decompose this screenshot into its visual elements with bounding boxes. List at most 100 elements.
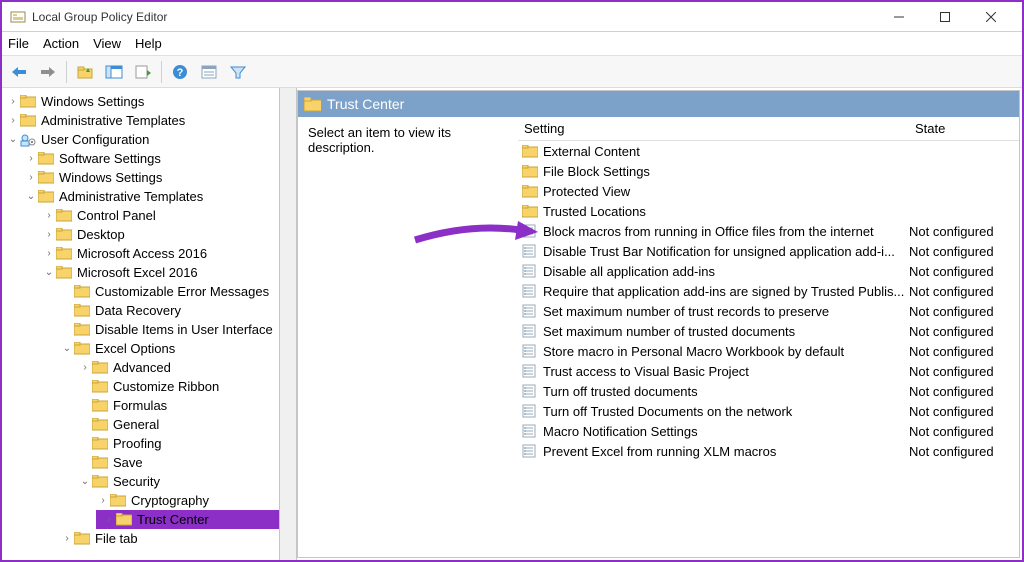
policy-icon [522,343,539,359]
list-item-label: Store macro in Personal Macro Workbook b… [543,344,909,359]
list-folder[interactable]: Trusted Locations [518,201,1019,221]
export-button[interactable] [130,59,156,85]
maximize-button[interactable] [922,3,968,31]
details-header: Trust Center [298,91,1019,117]
tree-item[interactable]: ›Microsoft Access 2016 [42,244,296,263]
tree-item[interactable]: ›File tab [60,529,296,548]
folder-icon [56,247,73,261]
folder-icon [38,171,55,185]
tree-item[interactable]: Data Recovery [60,301,296,320]
list-policy[interactable]: Turn off Trusted Documents on the networ… [518,401,1019,421]
up-folder-button[interactable] [72,59,98,85]
folder-icon [74,304,91,318]
list-policy[interactable]: Disable Trust Bar Notification for unsig… [518,241,1019,261]
tree-item[interactable]: Proofing [78,434,296,453]
list-folder[interactable]: File Block Settings [518,161,1019,181]
tree-trust-center[interactable]: ›Trust Center [96,510,296,529]
list-policy[interactable]: Block macros from running in Office file… [518,221,1019,241]
list-policy[interactable]: Store macro in Personal Macro Workbook b… [518,341,1019,361]
svg-text:?: ? [177,67,184,79]
folder-icon [522,143,539,159]
list-policy[interactable]: Disable all application add-insNot confi… [518,261,1019,281]
list-item-label: Disable Trust Bar Notification for unsig… [543,244,909,259]
policy-icon [522,423,539,439]
show-hide-tree-button[interactable] [101,59,127,85]
filter-button[interactable] [225,59,251,85]
list-policy[interactable]: Turn off trusted documentsNot configured [518,381,1019,401]
settings-list[interactable]: Setting State External ContentFile Block… [518,117,1019,557]
policy-icon [522,263,539,279]
folder-icon [74,532,91,546]
list-policy[interactable]: Require that application add-ins are sig… [518,281,1019,301]
list-item-label: Require that application add-ins are sig… [543,284,909,299]
list-item-state: Not configured [909,384,1019,399]
titlebar: Local Group Policy Editor [2,2,1022,32]
policy-icon [522,363,539,379]
tree-security[interactable]: ⌄Security [78,472,296,491]
list-item-label: Prevent Excel from running XLM macros [543,444,909,459]
tree-excel[interactable]: ⌄Microsoft Excel 2016 [42,263,296,282]
col-state[interactable]: State [909,121,1019,136]
tree-item[interactable]: Save [78,453,296,472]
folder-icon [56,209,73,223]
tree-item[interactable]: ›Windows Settings [6,92,296,111]
tree-item[interactable]: ›Desktop [42,225,296,244]
list-item-label: Macro Notification Settings [543,424,909,439]
folder-icon [522,183,539,199]
menu-action[interactable]: Action [43,36,79,51]
tree-admin-templates[interactable]: ⌄Administrative Templates [24,187,296,206]
close-button[interactable] [968,3,1014,31]
list-policy[interactable]: Trust access to Visual Basic ProjectNot … [518,361,1019,381]
app-icon [10,9,26,25]
list-item-label: Set maximum number of trusted documents [543,324,909,339]
policy-icon [522,303,539,319]
tree-item[interactable]: Customize Ribbon [78,377,296,396]
tree-excel-options[interactable]: ⌄Excel Options [60,339,296,358]
folder-icon [110,494,127,508]
list-item-label: Trust access to Visual Basic Project [543,364,909,379]
tree-item[interactable]: ›Advanced [78,358,296,377]
tree-pane[interactable]: ›Windows Settings ›Administrative Templa… [2,88,297,560]
list-policy[interactable]: Prevent Excel from running XLM macrosNot… [518,441,1019,461]
folder-icon [92,399,109,413]
tree-item[interactable]: General [78,415,296,434]
minimize-button[interactable] [876,3,922,31]
list-item-state: Not configured [909,444,1019,459]
separator [66,61,67,83]
description-hint: Select an item to view its description. [298,117,518,557]
folder-icon [116,513,133,527]
tree-item[interactable]: ›Cryptography [96,491,296,510]
list-folder[interactable]: External Content [518,141,1019,161]
list-item-state: Not configured [909,304,1019,319]
col-setting[interactable]: Setting [518,121,909,136]
folder-icon [92,456,109,470]
list-item-label: Block macros from running in Office file… [543,224,909,239]
menu-view[interactable]: View [93,36,121,51]
tree-item[interactable]: ›Windows Settings [24,168,296,187]
list-item-state: Not configured [909,284,1019,299]
tree-item[interactable]: ›Administrative Templates [6,111,296,130]
tree-user-configuration[interactable]: ⌄User Configuration [6,130,296,149]
details-title: Trust Center [327,96,404,112]
folder-icon [38,190,55,204]
help-button[interactable]: ? [167,59,193,85]
forward-button[interactable] [35,59,61,85]
list-item-state: Not configured [909,404,1019,419]
back-button[interactable] [6,59,32,85]
tree-item[interactable]: ›Control Panel [42,206,296,225]
user-config-icon [20,133,37,147]
list-policy[interactable]: Set maximum number of trusted documentsN… [518,321,1019,341]
menu-file[interactable]: File [8,36,29,51]
menu-help[interactable]: Help [135,36,162,51]
tree-item[interactable]: Customizable Error Messages [60,282,296,301]
folder-icon [92,437,109,451]
folder-icon [56,228,73,242]
folder-icon [56,266,73,280]
tree-item[interactable]: ›Software Settings [24,149,296,168]
list-policy[interactable]: Set maximum number of trust records to p… [518,301,1019,321]
properties-button[interactable] [196,59,222,85]
list-policy[interactable]: Macro Notification SettingsNot configure… [518,421,1019,441]
tree-item[interactable]: Formulas [78,396,296,415]
list-folder[interactable]: Protected View [518,181,1019,201]
tree-item[interactable]: Disable Items in User Interface [60,320,296,339]
